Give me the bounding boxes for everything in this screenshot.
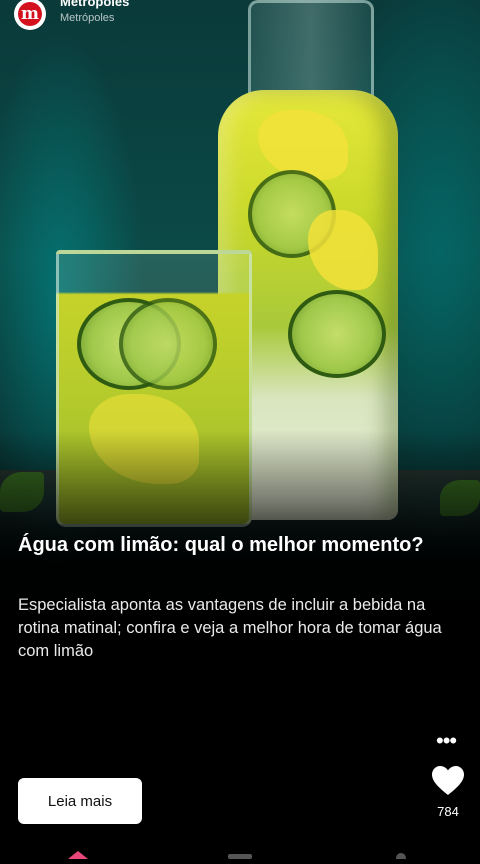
post-description: Especialista aponta as vantagens de incl…	[18, 596, 442, 660]
lemon-piece	[258, 110, 348, 180]
nav-bar-peek	[228, 846, 252, 859]
logo-letter: m	[18, 2, 42, 26]
like-count: 784	[437, 804, 459, 819]
post-title: Água com limão: qual o melhor momento?	[18, 534, 424, 556]
nav-bar-peek	[394, 846, 408, 863]
home-icon[interactable]	[68, 851, 88, 859]
cucumber-slice	[288, 290, 386, 378]
profile-icon[interactable]	[394, 851, 408, 863]
more-options-icon[interactable]: •••	[436, 730, 457, 752]
inbox-icon[interactable]	[228, 851, 252, 859]
heart-icon[interactable]	[432, 766, 464, 796]
account-name[interactable]: Metrópoles	[60, 0, 129, 9]
post-media-image	[0, 0, 480, 854]
account-handle: Metrópoles	[60, 12, 115, 24]
cucumber-slice	[119, 298, 217, 390]
lemon-piece	[308, 210, 378, 290]
bottle-neck	[248, 0, 374, 103]
read-more-button[interactable]: Leia mais	[18, 778, 142, 824]
nav-bar-peek	[68, 846, 88, 859]
